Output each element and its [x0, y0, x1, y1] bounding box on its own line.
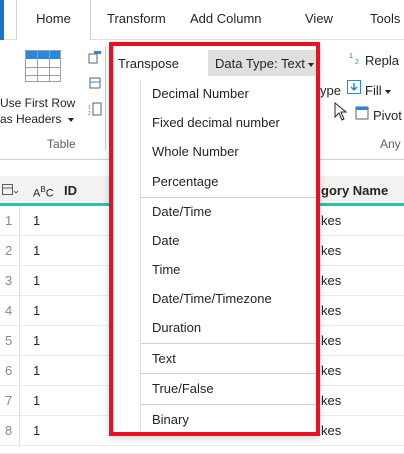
any-column-group-label: Any	[380, 137, 401, 151]
row-number: 1	[0, 206, 20, 236]
column-header-id[interactable]: ID	[64, 183, 77, 198]
menu-item-fixed-decimal-number[interactable]: Fixed decimal number	[141, 109, 316, 138]
cell-id[interactable]: 1	[33, 423, 40, 438]
cell-category-name[interactable]: kes	[321, 423, 341, 438]
table-icon	[2, 184, 18, 195]
pivot-column-label[interactable]: Pivot	[373, 108, 402, 123]
fill-down-icon[interactable]	[347, 80, 361, 94]
menu-separator	[141, 373, 316, 374]
replace-values-label[interactable]: Repla	[365, 53, 399, 68]
table-menu-button[interactable]	[0, 176, 20, 203]
menu-item-percentage[interactable]: Percentage	[141, 168, 316, 197]
as-headers-text: as Headers	[0, 112, 62, 126]
chevron-down-icon	[67, 117, 74, 122]
ribbon-edge-accent	[0, 0, 4, 40]
ribbon-tab-bar: Home Transform Add Column View Tools	[0, 0, 404, 40]
chevron-down-icon	[307, 62, 314, 67]
row-number: 7	[0, 386, 20, 416]
svg-text:2: 2	[88, 111, 91, 116]
as-headers-label[interactable]: as Headers	[0, 112, 74, 126]
use-first-row-icon[interactable]	[25, 50, 61, 82]
tab-view[interactable]: View	[305, 11, 333, 26]
table-row-partial	[0, 446, 404, 454]
cell-id[interactable]: 1	[33, 273, 40, 288]
mouse-pointer-icon	[334, 102, 348, 121]
cell-category-name[interactable]: kes	[321, 243, 341, 258]
menu-item-date-time[interactable]: Date/Time	[141, 198, 316, 227]
data-type-menu: Transpose Data Type: Text Decimal Number…	[109, 42, 320, 436]
reverse-rows-icon[interactable]	[88, 76, 102, 90]
svg-text:2: 2	[355, 59, 359, 65]
detect-type-label[interactable]: ype	[320, 83, 341, 98]
menu-item-duration[interactable]: Duration	[141, 314, 316, 343]
cell-id[interactable]: 1	[33, 363, 40, 378]
menu-item-date-time-timezone[interactable]: Date/Time/Timezone	[141, 285, 316, 314]
group-divider	[105, 46, 106, 150]
menu-icon-gutter	[113, 80, 141, 432]
row-number: 2	[0, 236, 20, 266]
cell-id[interactable]: 1	[33, 303, 40, 318]
row-number: 6	[0, 356, 20, 386]
use-first-row-label[interactable]: Use First Row	[0, 96, 75, 110]
menu-item-true-false[interactable]: True/False	[141, 375, 316, 404]
cell-category-name[interactable]: kes	[321, 333, 341, 348]
cell-category-name[interactable]: kes	[321, 363, 341, 378]
chevron-down-icon	[384, 89, 391, 94]
menu-item-date[interactable]: Date	[141, 227, 316, 256]
menu-item-whole-number[interactable]: Whole Number	[141, 138, 316, 167]
menu-item-text[interactable]: Text	[141, 345, 316, 374]
cell-category-name[interactable]: kes	[321, 273, 341, 288]
tab-tools[interactable]: Tools	[370, 11, 400, 26]
menu-item-decimal-number[interactable]: Decimal Number	[141, 80, 316, 109]
table-group-label: Table	[47, 137, 76, 151]
tab-home[interactable]: Home	[16, 0, 91, 40]
menu-separator	[141, 343, 316, 344]
cell-id[interactable]: 1	[33, 243, 40, 258]
transpose-button[interactable]: Transpose	[118, 56, 179, 71]
cell-category-name[interactable]: kes	[321, 303, 341, 318]
cell-id[interactable]: 1	[33, 393, 40, 408]
data-type-label: Data Type: Text	[215, 56, 305, 71]
menu-top-bar: Transpose Data Type: Text	[113, 46, 316, 80]
column-type-text-icon[interactable]: ABC	[33, 185, 54, 200]
row-number: 3	[0, 266, 20, 296]
column-header-category-name[interactable]: gory Name	[321, 183, 388, 198]
cell-category-name[interactable]: kes	[321, 213, 341, 228]
row-number: 5	[0, 326, 20, 356]
count-rows-icon[interactable]: 1 2	[88, 102, 102, 116]
menu-separator	[141, 404, 316, 405]
row-number: 4	[0, 296, 20, 326]
tab-add-column[interactable]: Add Column	[190, 11, 262, 26]
pivot-column-icon[interactable]	[355, 106, 369, 120]
replace-values-icon[interactable]: 1 2	[349, 51, 363, 65]
data-type-dropdown[interactable]: Data Type: Text	[208, 50, 316, 76]
cell-category-name[interactable]: kes	[321, 393, 341, 408]
fill-button[interactable]: Fill	[365, 83, 391, 98]
menu-item-binary[interactable]: Binary	[141, 406, 316, 435]
menu-item-time[interactable]: Time	[141, 256, 316, 285]
transpose-icon[interactable]	[88, 50, 102, 64]
fill-label: Fill	[365, 83, 382, 98]
row-number: 8	[0, 416, 20, 446]
cell-id[interactable]: 1	[33, 333, 40, 348]
tab-transform[interactable]: Transform	[107, 11, 166, 26]
type-glyph-c: C	[45, 187, 54, 200]
cell-id[interactable]: 1	[33, 213, 40, 228]
svg-text:1: 1	[349, 53, 353, 60]
